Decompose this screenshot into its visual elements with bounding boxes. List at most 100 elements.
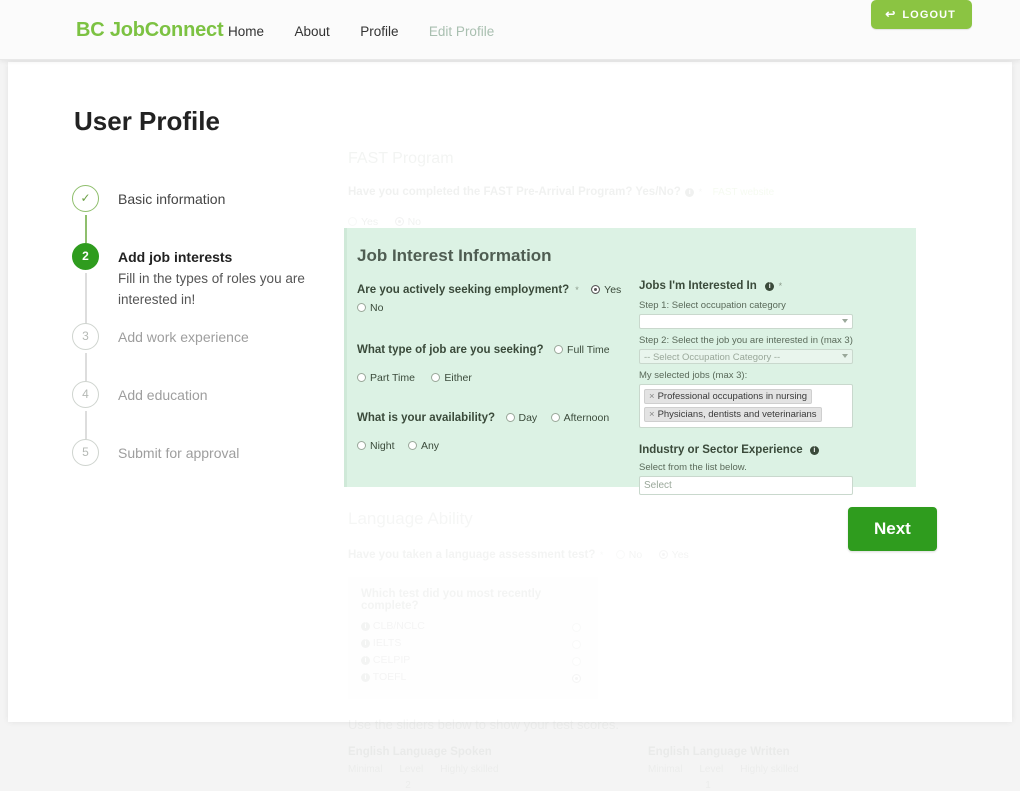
radio-icon xyxy=(658,550,668,559)
brand-logo[interactable]: BC JobConnect xyxy=(76,19,224,42)
step-basic-information[interactable]: ✓ Basic information xyxy=(66,185,326,247)
slider-group-spoken: English Language Spoken Minimal Level Hi… xyxy=(348,746,598,791)
language-test-question: Have you taken a language assessment tes… xyxy=(348,549,596,561)
availability-radio-day[interactable]: Day xyxy=(505,412,537,424)
step-description: Fill in the types of roles you are inter… xyxy=(118,271,305,308)
next-button[interactable]: Next xyxy=(848,507,937,551)
occupation-category-select[interactable] xyxy=(639,314,853,329)
availability-radio-any[interactable]: Any xyxy=(407,440,440,452)
slider-label: English Language Spoken xyxy=(348,746,492,758)
nav-link-edit-profile[interactable]: Edit Profile xyxy=(429,24,494,39)
selected-job-label: Physicians, dentists and veterinarians xyxy=(657,409,817,420)
slider-value: 1 xyxy=(705,780,711,791)
availability-radio-night[interactable]: Night xyxy=(357,440,395,452)
info-icon[interactable]: i xyxy=(361,673,370,682)
radio-label: Part Time xyxy=(370,372,415,384)
industry-heading: Industry or Sector Experience xyxy=(639,444,803,456)
jobs-interested-heading: Jobs I'm Interested In xyxy=(639,280,757,292)
job-type-row: What type of job are you seeking? Full T… xyxy=(357,340,637,386)
radio-icon xyxy=(357,441,366,450)
job-select-value: -- Select Occupation Category -- xyxy=(644,352,781,363)
seeking-radio-no[interactable]: No xyxy=(357,302,383,314)
slider-min-label: Minimal xyxy=(648,764,683,775)
language-radio-yes[interactable]: Yes xyxy=(658,549,689,561)
slider-row[interactable]: Minimal Level Highly skilled xyxy=(648,763,898,775)
remove-icon[interactable]: × xyxy=(649,391,655,402)
test-option-celpip[interactable]: i CELPIP xyxy=(361,654,585,666)
slider-mid-label: Level xyxy=(399,764,424,775)
industry-heading-row: Industry or Sector Experience i xyxy=(639,444,864,456)
page-container: User Profile ✓ Basic information 2 Add j… xyxy=(8,62,1012,791)
logout-button[interactable]: ↩ LOGOUT xyxy=(871,0,972,29)
seeking-radio-yes[interactable]: Yes xyxy=(591,284,621,296)
seeking-employment-question: Are you actively seeking employment? xyxy=(357,284,570,296)
job-interest-card: Job Interest Information Are you activel… xyxy=(344,228,916,495)
info-icon[interactable]: i xyxy=(765,282,775,291)
radio-icon xyxy=(572,657,581,666)
language-radio-no[interactable]: No xyxy=(615,549,642,561)
selected-job-tag[interactable]: × Physicians, dentists and veterinarians xyxy=(644,407,822,422)
main-nav: Home About Profile Edit Profile xyxy=(228,23,520,41)
step-add-education[interactable]: 4 Add education xyxy=(66,381,326,443)
radio-label: Any xyxy=(420,440,440,452)
card-title: Job Interest Information xyxy=(357,246,552,265)
radio-icon xyxy=(431,373,441,382)
slider-max-label: Highly skilled xyxy=(440,764,499,775)
job-interest-right-column: Jobs I'm Interested In i * Step 1: Selec… xyxy=(639,276,864,495)
test-option-toefl[interactable]: i TOEFL xyxy=(361,671,585,683)
availability-radio-afternoon[interactable]: Afternoon xyxy=(550,412,610,424)
step-connector xyxy=(85,273,87,327)
selected-job-label: Professional occupations in nursing xyxy=(657,391,808,402)
slider-value: 2 xyxy=(405,780,411,791)
availability-question: What is your availability? xyxy=(357,412,496,424)
info-icon[interactable]: i xyxy=(685,188,695,197)
industry-sub-label: Select from the list below. xyxy=(639,462,747,473)
step-marker-check-icon: ✓ xyxy=(72,185,99,212)
step-add-job-interests[interactable]: 2 Add job interests Fill in the types of… xyxy=(66,243,326,327)
info-icon[interactable]: i xyxy=(809,446,819,455)
fast-program-section: FAST Program Have you completed the FAST… xyxy=(348,150,908,230)
info-icon[interactable]: i xyxy=(361,622,370,631)
radio-label: Full Time xyxy=(567,344,610,356)
test-option-clb[interactable]: i CLB/NCLC xyxy=(361,620,585,632)
info-icon[interactable]: i xyxy=(361,639,370,648)
radio-icon xyxy=(357,373,366,382)
radio-label: No xyxy=(407,216,422,228)
radio-label: No xyxy=(370,302,384,314)
job-type-radio-part-time[interactable]: Part Time xyxy=(357,372,415,384)
job-type-radio-full-time[interactable]: Full Time xyxy=(554,344,610,356)
jobs-interested-heading-row: Jobs I'm Interested In i * xyxy=(639,276,864,294)
info-icon[interactable]: i xyxy=(361,656,370,665)
radio-label: Either xyxy=(444,372,472,384)
industry-select[interactable]: Select xyxy=(639,476,853,495)
step-connector xyxy=(85,353,87,381)
job-type-radio-either[interactable]: Either xyxy=(431,372,472,384)
fast-program-question: Have you completed the FAST Pre-Arrival … xyxy=(348,186,681,198)
availability-row: What is your availability? Day Afternoon… xyxy=(357,408,637,454)
nav-link-profile[interactable]: Profile xyxy=(360,24,398,39)
remove-icon[interactable]: × xyxy=(649,409,655,420)
profile-sidebar: User Profile ✓ Basic information 2 Add j… xyxy=(66,106,326,501)
step-add-work-experience[interactable]: 3 Add work experience xyxy=(66,323,326,385)
step-submit-for-approval[interactable]: 5 Submit for approval xyxy=(66,439,326,501)
job-type-question: What type of job are you seeking? xyxy=(357,344,544,356)
slider-row[interactable]: Minimal Level Highly skilled xyxy=(348,763,598,775)
back-arrow-icon: ↩ xyxy=(885,7,897,21)
required-marker: * xyxy=(698,187,703,197)
selected-job-tag[interactable]: × Professional occupations in nursing xyxy=(644,389,813,404)
test-option-ielts[interactable]: i IELTS xyxy=(361,637,585,649)
step-marker-5: 5 xyxy=(72,439,99,466)
step2-label: Step 2: Select the job you are intereste… xyxy=(639,335,853,346)
fast-radio-yes[interactable]: Yes xyxy=(348,216,378,228)
job-select[interactable]: -- Select Occupation Category -- xyxy=(639,349,853,364)
required-marker: * xyxy=(778,281,783,291)
nav-link-about[interactable]: About xyxy=(294,24,329,39)
fast-website-link[interactable]: FAST website xyxy=(713,187,775,198)
radio-icon xyxy=(554,345,564,354)
radio-label: Afternoon xyxy=(563,412,610,424)
test-selection-box: Which test did you most recently complet… xyxy=(348,577,598,699)
fast-radio-no[interactable]: No xyxy=(394,216,422,228)
test-label: IELTS xyxy=(372,637,402,649)
selected-jobs-label: My selected jobs (max 3): xyxy=(639,370,748,381)
nav-link-home[interactable]: Home xyxy=(228,24,264,39)
